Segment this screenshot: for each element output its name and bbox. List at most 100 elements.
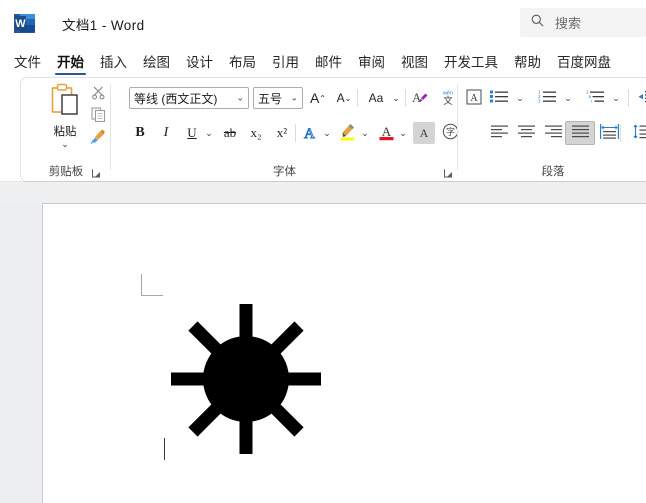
bullets-button[interactable] xyxy=(484,87,514,109)
clear-formatting-button[interactable]: A xyxy=(409,87,431,109)
svg-text:字: 字 xyxy=(445,126,454,137)
document-page[interactable] xyxy=(42,203,646,503)
format-painter-button[interactable] xyxy=(87,128,109,149)
document-title: 文档1 - Word xyxy=(62,18,145,33)
phonetic-guide-button[interactable]: wēn 文 xyxy=(437,87,459,109)
svg-text:A: A xyxy=(381,124,391,139)
search-icon xyxy=(531,14,544,32)
bold-icon: B xyxy=(135,125,145,140)
svg-text:3: 3 xyxy=(538,99,541,104)
change-case-caret[interactable]: ⌄ xyxy=(390,87,402,109)
text-effects-caret[interactable]: ⌄ xyxy=(321,122,333,144)
shrink-font-button[interactable]: A ⌄ xyxy=(333,87,355,109)
multilevel-list-icon: 1 a i xyxy=(586,89,605,107)
tab-layout[interactable]: 布局 xyxy=(221,46,264,76)
tab-label: 绘图 xyxy=(143,55,170,70)
scissors-icon xyxy=(91,85,106,105)
svg-text:i: i xyxy=(591,99,592,104)
tab-developer[interactable]: 开发工具 xyxy=(436,46,506,76)
tab-file[interactable]: 文件 xyxy=(6,46,49,76)
align-left-button[interactable] xyxy=(484,122,514,144)
tab-baidu-netdisk[interactable]: 百度网盘 xyxy=(549,46,619,76)
subscript-button[interactable]: x₂ xyxy=(245,122,267,144)
align-left-icon xyxy=(490,125,508,141)
numbering-button[interactable]: 1 2 3 xyxy=(532,87,562,109)
chevron-down-icon[interactable]: ⌄ xyxy=(236,93,244,103)
font-size-combo[interactable]: 五号 ⌄ xyxy=(253,87,303,109)
enclose-character-icon: 字 xyxy=(442,123,459,143)
margin-corner-marker xyxy=(141,274,163,296)
title-bar: W 文档1 - Word 搜索 xyxy=(0,0,646,46)
bullets-caret[interactable]: ⌄ xyxy=(514,87,526,109)
font-color-button[interactable]: A xyxy=(375,122,397,144)
svg-text:A: A xyxy=(304,126,315,140)
ribbon-group-font: 等线 (西文正文) ⌄ 五号 ⌄ A ⌃ A ⌄ Aa ⌄ A wēn 文 A … xyxy=(111,78,482,181)
search-box[interactable]: 搜索 xyxy=(520,8,646,37)
underline-icon: U xyxy=(187,125,197,140)
svg-text:文: 文 xyxy=(443,95,453,105)
paste-button[interactable]: 粘贴 ⌄ xyxy=(43,83,87,151)
distribute-icon xyxy=(599,124,619,142)
button-separator xyxy=(405,89,406,107)
font-name-combo[interactable]: 等线 (西文正文) ⌄ xyxy=(129,87,249,109)
multilevel-list-button[interactable]: 1 a i xyxy=(580,87,610,109)
numbering-caret[interactable]: ⌄ xyxy=(562,87,574,109)
tab-help[interactable]: 帮助 xyxy=(506,46,549,76)
copy-icon xyxy=(90,106,106,127)
text-cursor xyxy=(164,438,166,460)
highlight-color-caret[interactable]: ⌄ xyxy=(359,122,371,144)
align-right-icon xyxy=(544,125,562,141)
font-color-caret[interactable]: ⌄ xyxy=(397,122,409,144)
chevron-down-icon[interactable]: ⌄ xyxy=(290,93,298,103)
change-case-button[interactable]: Aa xyxy=(361,87,391,109)
button-separator xyxy=(628,89,629,107)
tab-review[interactable]: 审阅 xyxy=(350,46,393,76)
ribbon-group-clipboard: 粘贴 ⌄ 剪贴板 xyxy=(21,78,111,181)
line-spacing-button[interactable] xyxy=(626,122,646,144)
sun-brightness-icon[interactable] xyxy=(171,304,321,454)
highlight-color-button[interactable] xyxy=(337,122,359,144)
strikethrough-button[interactable]: ab xyxy=(219,122,241,144)
tab-label: 开始 xyxy=(57,55,84,70)
align-right-button[interactable] xyxy=(538,122,568,144)
tab-insert[interactable]: 插入 xyxy=(92,46,135,76)
tab-view[interactable]: 视图 xyxy=(393,46,436,76)
ribbon-group-paragraph: ⌄ 1 2 3 ⌄ 1 a i ⌄ 段落 xyxy=(458,78,646,181)
paste-icon xyxy=(49,83,81,122)
underline-caret[interactable]: ⌄ xyxy=(203,122,215,144)
justify-button[interactable] xyxy=(565,121,595,145)
grow-font-button[interactable]: A ⌃ xyxy=(307,87,329,109)
document-workspace[interactable] xyxy=(0,203,646,503)
button-separator xyxy=(295,124,296,142)
tab-references[interactable]: 引用 xyxy=(264,46,307,76)
tab-label: 布局 xyxy=(229,55,256,70)
align-center-button[interactable] xyxy=(511,122,541,144)
text-effects-button[interactable]: A xyxy=(299,122,321,144)
tab-home[interactable]: 开始 xyxy=(49,46,92,76)
font-color-icon: A xyxy=(378,123,395,144)
tab-label: 邮件 xyxy=(315,55,342,70)
bold-button[interactable]: B xyxy=(129,122,151,144)
character-shading-button[interactable]: A xyxy=(413,122,435,144)
underline-button[interactable]: U xyxy=(181,122,203,144)
clipboard-dialog-launcher[interactable] xyxy=(91,166,102,178)
bullet-list-icon xyxy=(489,89,509,107)
tab-mailings[interactable]: 邮件 xyxy=(307,46,350,76)
line-spacing-icon xyxy=(632,124,646,142)
superscript-button[interactable]: x² xyxy=(271,122,293,144)
tab-label: 引用 xyxy=(272,55,299,70)
decrease-indent-button[interactable] xyxy=(632,87,646,109)
multilevel-list-caret[interactable]: ⌄ xyxy=(610,87,622,109)
numbered-list-icon: 1 2 3 xyxy=(538,89,557,107)
chevron-down-icon[interactable]: ⌄ xyxy=(61,140,69,149)
copy-button[interactable] xyxy=(87,106,109,127)
tab-design[interactable]: 设计 xyxy=(178,46,221,76)
group-label-paragraph: 段落 xyxy=(541,166,565,178)
tab-draw[interactable]: 绘图 xyxy=(135,46,178,76)
justify-icon xyxy=(571,125,589,141)
word-logo-icon: W xyxy=(14,13,36,34)
tab-label: 视图 xyxy=(401,55,428,70)
cut-button[interactable] xyxy=(87,84,109,105)
italic-button[interactable]: I xyxy=(155,122,177,144)
font-dialog-launcher[interactable] xyxy=(443,166,454,178)
